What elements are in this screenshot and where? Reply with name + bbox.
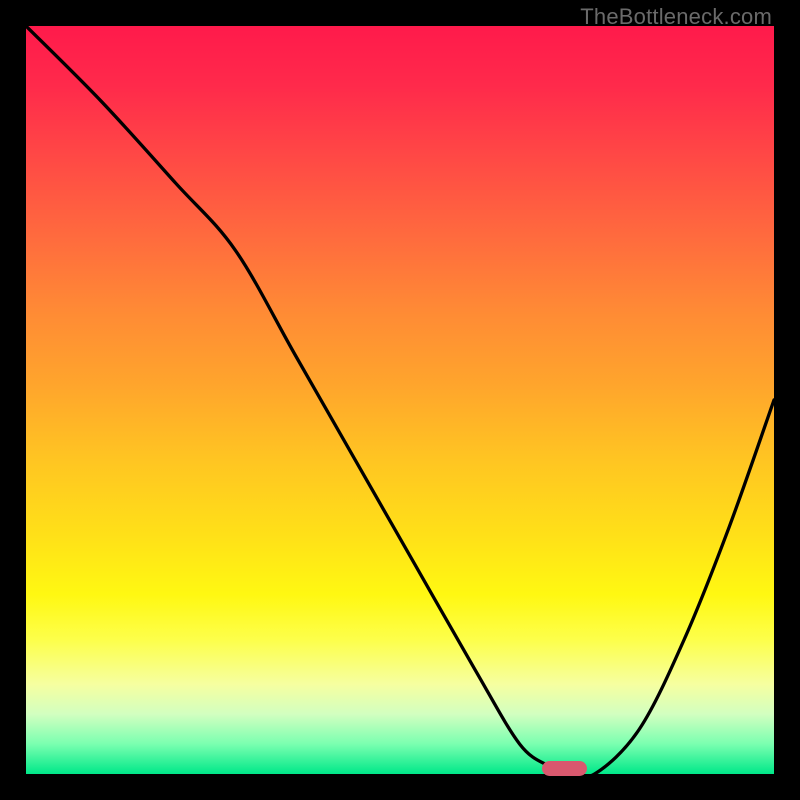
optimal-marker: [542, 761, 587, 776]
bottleneck-curve: [26, 26, 774, 774]
curve-svg: [26, 26, 774, 774]
